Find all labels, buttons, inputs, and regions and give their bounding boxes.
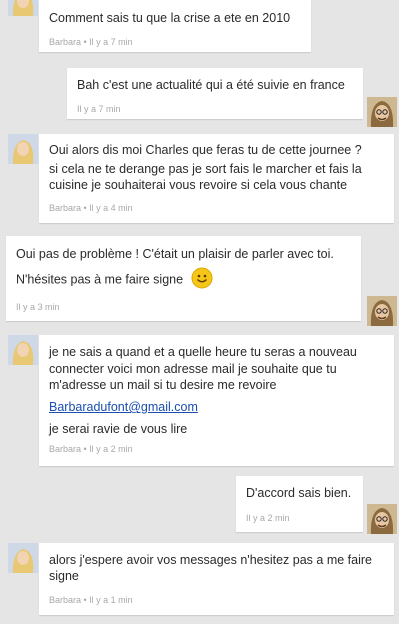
message-bubble: Oui pas de problème ! C'était un plaisir… (6, 236, 361, 321)
message-text: cuisine je souhaiterai vous revoire si c… (49, 178, 348, 192)
message-bubble: Comment sais tu que la crise a ete en 20… (39, 0, 311, 52)
message-text: Oui alors dis moi Charles que feras tu d… (49, 143, 362, 157)
message-text: N'hésites pas à me faire signe (16, 267, 351, 293)
message-bubble: Bah c'est une actualité qui a été suivie… (67, 68, 363, 119)
message-text: signe (49, 569, 79, 583)
message-bubble: alors j'espere avoir vos messages n'hesi… (39, 543, 394, 615)
email-link[interactable]: Barbaradufont@gmail.com (49, 399, 384, 415)
message-text-part: N'hésites pas à me faire signe (16, 272, 184, 287)
man-with-glasses-avatar-icon (367, 97, 397, 127)
message-bubble: je ne sais a quand et a quelle heure tu … (39, 335, 394, 466)
smiley-icon (191, 267, 213, 289)
message-text: m'adresse un mail si tu desire me revoir… (49, 378, 277, 392)
charles-avatar[interactable] (367, 97, 397, 127)
blonde-woman-avatar-icon (8, 134, 38, 164)
message-meta: Barbara • Il y a 4 min (49, 203, 133, 213)
blonde-woman-avatar-icon (8, 335, 38, 365)
message-text: je serai ravie de vous lire (49, 422, 188, 436)
message-meta: Barbara • Il y a 7 min (49, 37, 133, 47)
barbara-avatar[interactable] (8, 134, 38, 164)
message-text: Oui pas de problème ! C'était un plaisir… (16, 247, 334, 261)
man-with-glasses-avatar-icon (367, 296, 397, 326)
message-bubble: D'accord sais bien. Il y a 2 min (236, 476, 363, 532)
barbara-avatar[interactable] (8, 0, 38, 16)
blonde-woman-avatar-icon (8, 543, 38, 573)
message-text: alors j'espere avoir vos messages n'hesi… (49, 553, 372, 567)
blonde-woman-avatar-icon (8, 0, 38, 16)
message-meta: Barbara • Il y a 1 min (49, 595, 133, 605)
message-text: D'accord sais bien. (246, 486, 352, 500)
message-text: si cela ne te derange pas je sort fais l… (49, 162, 362, 176)
charles-avatar[interactable] (367, 296, 397, 326)
charles-avatar[interactable] (367, 504, 397, 534)
message-meta: Il y a 2 min (246, 513, 290, 523)
smiley-emoji (191, 267, 213, 293)
message-text: je ne sais a quand et a quelle heure tu … (49, 345, 357, 359)
message-text: connecter voici mon adresse mail je souh… (49, 362, 337, 376)
message-meta: Il y a 3 min (16, 302, 60, 312)
message-meta: Barbara • Il y a 2 min (49, 444, 133, 454)
message-text: Comment sais tu que la crise a ete en 20… (49, 11, 291, 25)
message-text: Bah c'est une actualité qui a été suivie… (77, 78, 345, 92)
message-meta: Il y a 7 min (77, 104, 121, 114)
barbara-avatar[interactable] (8, 543, 38, 573)
message-bubble: Oui alors dis moi Charles que feras tu d… (39, 134, 394, 223)
barbara-avatar[interactable] (8, 335, 38, 365)
man-with-glasses-avatar-icon (367, 504, 397, 534)
